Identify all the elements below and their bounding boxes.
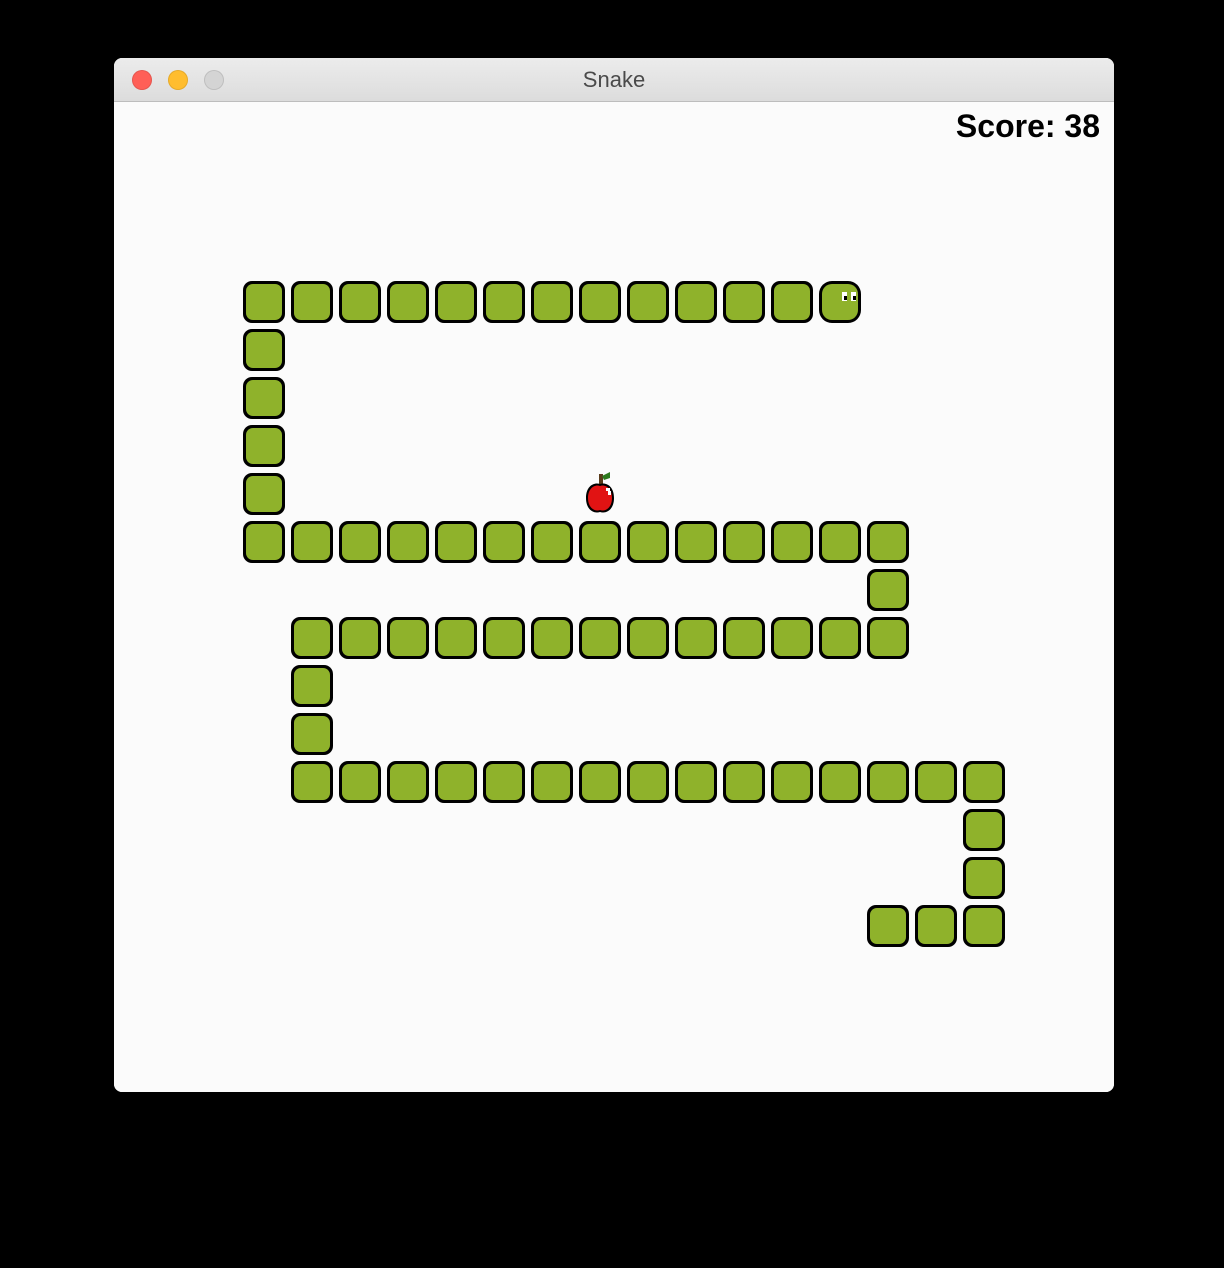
snake-segment (576, 278, 624, 326)
game-window: Snake Score: 38 (114, 58, 1114, 1092)
close-icon[interactable] (132, 70, 152, 90)
snake-segment (960, 902, 1008, 950)
snake-segment (528, 278, 576, 326)
snake-segment (720, 614, 768, 662)
snake-segment (816, 758, 864, 806)
zoom-icon[interactable] (204, 70, 224, 90)
snake-segment (576, 518, 624, 566)
snake-segment (960, 806, 1008, 854)
snake-segment (864, 758, 912, 806)
snake-segment (624, 278, 672, 326)
snake-segment (384, 518, 432, 566)
snake-segment (480, 758, 528, 806)
snake-segment (672, 614, 720, 662)
snake-segment (816, 614, 864, 662)
snake-segment (624, 518, 672, 566)
snake-segment (768, 278, 816, 326)
snake-segment (960, 854, 1008, 902)
snake-segment (288, 518, 336, 566)
snake-segment (240, 374, 288, 422)
snake-segment (432, 518, 480, 566)
minimize-icon[interactable] (168, 70, 188, 90)
traffic-lights (114, 70, 224, 90)
snake-segment (480, 518, 528, 566)
snake-segment (336, 614, 384, 662)
snake-segment (240, 518, 288, 566)
snake-segment (768, 518, 816, 566)
snake-segment (720, 758, 768, 806)
snake-segment (768, 614, 816, 662)
snake-segment (672, 518, 720, 566)
snake-segment (384, 758, 432, 806)
snake-segment (240, 422, 288, 470)
snake-segment (432, 278, 480, 326)
snake-segment (288, 662, 336, 710)
snake-segment (960, 758, 1008, 806)
snake-segment (432, 614, 480, 662)
snake-segment (576, 614, 624, 662)
score-display: Score: 38 (956, 108, 1100, 145)
snake-segment (336, 278, 384, 326)
score-label: Score: (956, 108, 1056, 144)
snake-segment (864, 614, 912, 662)
snake-segment (288, 278, 336, 326)
snake-segment (480, 614, 528, 662)
snake-segment (912, 902, 960, 950)
snake-segment (528, 614, 576, 662)
snake-segment (288, 710, 336, 758)
snake-segment (384, 614, 432, 662)
snake-segment (672, 278, 720, 326)
snake-segment (864, 518, 912, 566)
snake-segment (240, 326, 288, 374)
game-canvas[interactable]: Score: 38 (114, 102, 1114, 1092)
snake-segment (672, 758, 720, 806)
snake-segment (288, 758, 336, 806)
window-title: Snake (114, 67, 1114, 93)
score-value: 38 (1064, 108, 1100, 144)
snake-segment (336, 518, 384, 566)
snake-segment (720, 278, 768, 326)
snake-segment (528, 758, 576, 806)
apple-icon (576, 470, 624, 518)
snake-segment (384, 278, 432, 326)
snake-segment (624, 758, 672, 806)
snake-segment (576, 758, 624, 806)
snake-segment (240, 470, 288, 518)
snake-segment (720, 518, 768, 566)
snake-segment (480, 278, 528, 326)
snake-segment (624, 614, 672, 662)
snake-segment (240, 278, 288, 326)
snake-head (816, 278, 864, 326)
snake-segment (864, 902, 912, 950)
snake-segment (864, 566, 912, 614)
snake-segment (912, 758, 960, 806)
snake-segment (816, 518, 864, 566)
snake-segment (336, 758, 384, 806)
snake-segment (288, 614, 336, 662)
titlebar[interactable]: Snake (114, 58, 1114, 102)
snake-segment (528, 518, 576, 566)
snake-segment (432, 758, 480, 806)
snake-segment (768, 758, 816, 806)
